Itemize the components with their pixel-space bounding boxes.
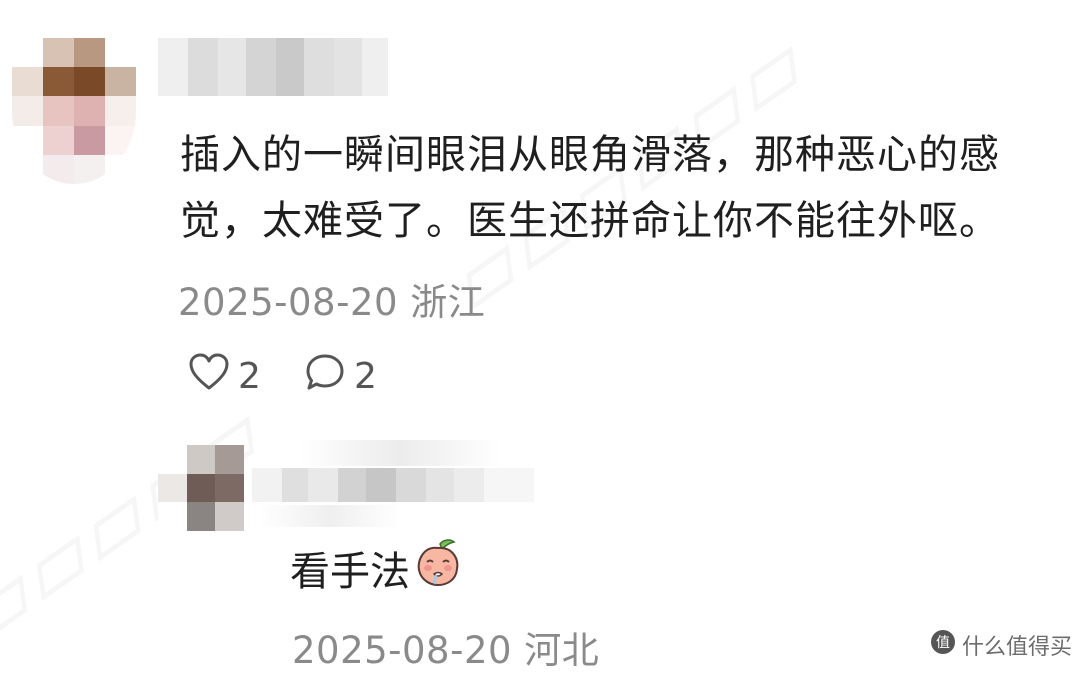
comment-bubble-icon: [304, 352, 346, 401]
smzdm-logo-icon: 值: [930, 629, 956, 661]
reply-count: 2: [354, 356, 377, 397]
reply-username[interactable]: [252, 468, 534, 502]
peach-face-emoji-icon: [414, 538, 462, 598]
svg-text:值: 值: [936, 635, 950, 651]
username[interactable]: [158, 38, 388, 96]
comment-meta: 2025-08-20 浙江: [178, 272, 485, 326]
reply-username-smear: [260, 505, 400, 527]
avatar[interactable]: [12, 38, 136, 184]
comment-text: 插入的一瞬间眼泪从眼角滑落，那种恶心的感觉，太难受了。医生还拼命让你不能往外呕。: [180, 132, 1000, 244]
like-button[interactable]: 2: [188, 352, 261, 401]
reply-meta: 2025-08-20 河北: [292, 620, 599, 674]
reply-avatar[interactable]: [158, 445, 244, 531]
reply-text: 看手法: [290, 538, 462, 598]
reply-text-content: 看手法: [290, 549, 410, 595]
brand-text: 什么值得买: [961, 635, 1072, 660]
reply-username-smear: [300, 440, 500, 466]
brand-watermark: 值 什么值得买: [930, 629, 1072, 661]
reply-button[interactable]: 2: [304, 352, 377, 401]
comment-date: 2025-08-20: [178, 281, 399, 324]
comment-location: 浙江: [410, 281, 486, 324]
reply-location: 河北: [524, 629, 600, 672]
heart-icon: [188, 352, 230, 401]
reply-date: 2025-08-20: [292, 629, 513, 672]
like-count: 2: [238, 356, 261, 397]
